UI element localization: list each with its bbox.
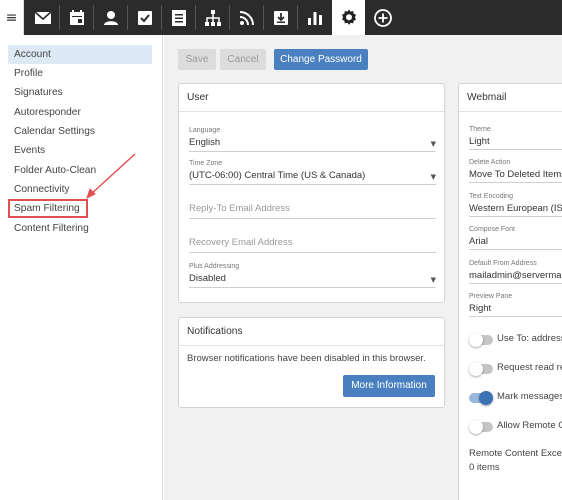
allow-remote-content-toggle[interactable] [469,420,493,434]
sidebar-item-calendar-settings[interactable]: Calendar Settings [8,122,152,141]
delete-action-select[interactable]: Delete Action Move To Deleted Items [469,159,562,183]
rss-icon[interactable] [230,0,263,35]
default-from-address-select[interactable]: Default From Address mailadmin@serverma [469,260,562,284]
reports-icon[interactable] [298,0,331,35]
save-button[interactable]: Save [178,49,216,70]
tasks-icon[interactable] [128,0,161,35]
language-value: English [189,137,221,148]
plus-addressing-select[interactable]: Plus Addressing Disabled ▼ [189,263,436,288]
remote-content-exceptions-count: 0 items [469,462,500,473]
remote-content-exceptions-label: Remote Content Excep [469,448,562,459]
timezone-label: Time Zone [189,160,223,167]
settings-icon[interactable] [332,0,365,35]
reply-to-email-input[interactable]: Reply-To Email Address [189,198,436,219]
cancel-button[interactable]: Cancel [220,49,266,70]
plus-addressing-value: Disabled [189,273,226,284]
more-information-button[interactable]: More Information [343,375,435,397]
top-navigation-bar: ≡ [0,0,562,35]
delete-action-label: Delete Action [469,159,511,166]
timezone-select[interactable]: Time Zone (UTC-06:00) Central Time (US &… [189,160,436,185]
notes-icon[interactable] [162,0,195,35]
use-to-address-toggle[interactable] [469,333,493,347]
request-read-receipt-toggle[interactable] [469,362,493,376]
default-from-value: mailadmin@serverma [469,270,562,281]
mail-icon[interactable] [26,0,59,35]
text-encoding-label: Text Encoding [469,193,513,200]
hamburger-icon[interactable]: ≡ [0,0,24,35]
chevron-down-icon: ▼ [430,140,436,148]
compose-font-select[interactable]: Compose Font Arial [469,226,562,250]
preview-pane-label: Preview Pane [469,293,513,300]
preview-pane-select[interactable]: Preview Pane Right [469,293,562,317]
webmail-card: Webmail Theme Light Delete Action Move T… [458,83,562,500]
sidebar-item-events[interactable]: Events [8,141,152,160]
theme-value: Light [469,136,490,147]
sidebar-item-profile[interactable]: Profile [8,64,152,83]
chevron-down-icon: ▼ [430,276,436,284]
add-icon[interactable] [366,0,399,35]
theme-select[interactable]: Theme Light [469,126,562,150]
default-from-label: Default From Address [469,260,537,267]
request-read-receipt-label: Request read re [497,362,562,373]
recovery-placeholder: Recovery Email Address [189,237,293,248]
sidebar-item-autoresponder[interactable]: Autoresponder [8,103,152,122]
sidebar-item-content-filtering[interactable]: Content Filtering [8,219,152,238]
sidebar-item-account[interactable]: Account [8,45,152,64]
plus-addressing-label: Plus Addressing [189,263,240,270]
theme-label: Theme [469,126,491,133]
language-select[interactable]: Language English ▼ [189,127,436,152]
change-password-button[interactable]: Change Password [274,49,368,70]
compose-font-value: Arial [469,236,489,247]
contacts-icon[interactable] [94,0,127,35]
sidebar-item-spam-filtering[interactable]: Spam Filtering [8,199,88,218]
download-icon[interactable] [264,0,297,35]
allow-remote-content-label: Allow Remote C [497,420,562,431]
sidebar-item-connectivity[interactable]: Connectivity [8,180,152,199]
delete-action-value: Move To Deleted Items [469,169,562,180]
compose-font-label: Compose Font [469,226,515,233]
mark-messages-toggle[interactable] [469,391,493,405]
sitemap-icon[interactable] [196,0,229,35]
preview-pane-value: Right [469,303,492,314]
recovery-email-input[interactable]: Recovery Email Address [189,232,436,253]
reply-to-placeholder: Reply-To Email Address [189,203,290,214]
mark-messages-label: Mark messages [497,391,562,402]
use-to-address-label: Use To: address [497,333,562,344]
main-content: Save Cancel Change Password User Languag… [164,35,562,500]
notifications-card-title: Notifications [187,326,243,337]
webmail-card-title: Webmail [467,92,507,103]
timezone-value: (UTC-06:00) Central Time (US & Canada) [189,170,366,181]
notifications-message: Browser notifications have been disabled… [187,353,426,364]
notifications-card: Notifications Browser notifications have… [178,317,445,408]
language-label: Language [189,127,221,134]
sidebar-item-signatures[interactable]: Signatures [8,83,152,102]
user-card: User Language English ▼ Time Zone (UTC-0… [178,83,445,303]
settings-sidebar: Account Profile Signatures Autoresponder… [0,35,163,500]
sidebar-item-folder-auto-clean[interactable]: Folder Auto-Clean [8,161,152,180]
chevron-down-icon: ▼ [430,173,436,181]
text-encoding-value: Western European (ISO [469,203,562,214]
calendar-icon[interactable] [60,0,93,35]
user-card-title: User [187,92,209,103]
text-encoding-select[interactable]: Text Encoding Western European (ISO [469,193,562,217]
